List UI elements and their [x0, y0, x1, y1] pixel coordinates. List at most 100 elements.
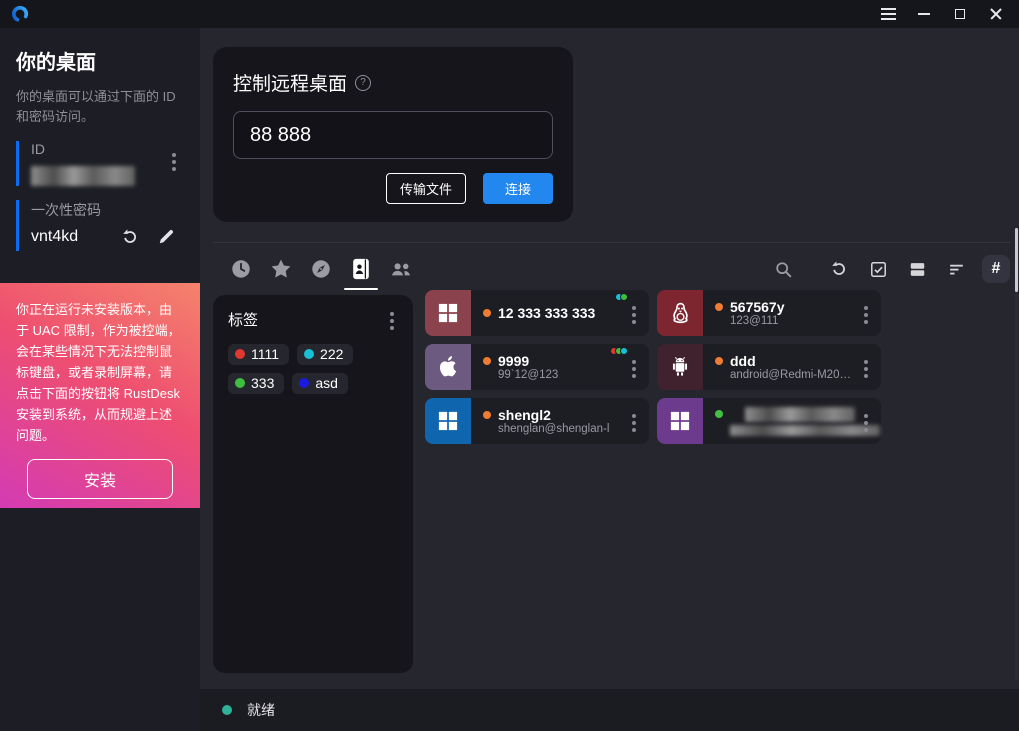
clock-icon — [230, 258, 252, 280]
password-section: 一次性密码 vnt4kd — [16, 200, 184, 251]
tag-color-dot — [235, 349, 245, 359]
peer-name: 12 333 333 333 — [498, 305, 595, 321]
close-button[interactable] — [983, 3, 1009, 25]
tag-label: 222 — [320, 346, 343, 362]
search-icon[interactable] — [770, 256, 796, 282]
peer-card[interactable]: 567567y 123@111 — [657, 290, 881, 336]
peer-tag-dots — [618, 293, 628, 301]
grid-view-icon[interactable]: # — [982, 255, 1010, 283]
peer-name: 567567y — [730, 299, 785, 315]
tag-chip[interactable]: 1111 — [228, 344, 289, 365]
peer-card[interactable] — [657, 398, 881, 444]
install-button[interactable]: 安装 — [27, 459, 173, 499]
refresh-icon[interactable] — [826, 256, 852, 282]
peer-card[interactable]: shengl2 shenglan@shenglan-l — [425, 398, 649, 444]
tag-label: asd — [315, 375, 338, 391]
group-icon — [389, 258, 413, 280]
peer-card[interactable]: ddd android@Redmi-M2007J3SC — [657, 344, 881, 390]
linux-os-icon — [657, 290, 703, 336]
install-notice: 你正在运行未安装版本，由于 UAC 限制，作为被控端，会在某些情况下无法控制鼠标… — [0, 283, 200, 508]
tags-panel: 标签 1111 222 333 asd — [213, 295, 413, 673]
tags-menu-icon[interactable] — [386, 308, 398, 330]
apple-os-icon — [425, 344, 471, 390]
card-view-icon[interactable] — [904, 256, 930, 282]
peer-subtitle: android@Redmi-M2007J3SC — [730, 369, 855, 381]
status-bar: 就绪 — [200, 689, 1019, 731]
help-icon[interactable]: ? — [355, 75, 371, 91]
connect-title: 控制远程桌面 — [233, 69, 347, 96]
status-dot — [483, 309, 491, 317]
id-section: ID — [16, 141, 184, 186]
tab-discovered[interactable] — [309, 257, 333, 281]
peer-name: ddd — [730, 353, 756, 369]
peer-subtitle: 99`12@123 — [498, 369, 623, 381]
section-divider — [213, 242, 1010, 243]
titlebar — [0, 0, 1019, 28]
windows-os-icon — [657, 398, 703, 444]
peer-menu-icon[interactable] — [861, 355, 871, 379]
connect-button[interactable]: 连接 — [483, 173, 553, 204]
peer-subtitle-redacted — [730, 425, 880, 436]
tag-color-dot — [235, 378, 245, 388]
transfer-file-button[interactable]: 传输文件 — [386, 173, 466, 204]
tab-recent-sessions[interactable] — [229, 257, 253, 281]
compass-icon — [310, 258, 332, 280]
sort-icon[interactable] — [943, 256, 969, 282]
refresh-password-icon[interactable] — [120, 227, 140, 247]
peer-tab-bar: # — [213, 246, 1010, 292]
peer-menu-icon[interactable] — [861, 409, 871, 433]
status-text: 就绪 — [247, 700, 275, 720]
peer-name-redacted — [745, 407, 855, 422]
tag-color-dot — [299, 378, 309, 388]
status-dot — [715, 303, 723, 311]
peer-name: shengl2 — [498, 407, 551, 423]
remote-id-input[interactable] — [233, 111, 553, 159]
id-label: ID — [31, 141, 184, 157]
install-notice-text: 你正在运行未安装版本，由于 UAC 限制，作为被控端，会在某些情况下无法控制鼠标… — [16, 299, 184, 446]
peer-menu-icon[interactable] — [629, 301, 639, 325]
id-value-redacted — [31, 166, 135, 186]
select-checkbox-icon[interactable] — [865, 256, 891, 282]
peer-name: 9999 — [498, 353, 529, 369]
status-dot — [483, 411, 491, 419]
tag-color-dot — [304, 349, 314, 359]
tag-chip[interactable]: asd — [292, 373, 348, 394]
scrollbar-track — [1015, 228, 1018, 680]
tag-chip[interactable]: 222 — [297, 344, 353, 365]
minimize-button[interactable] — [911, 3, 937, 25]
status-dot — [715, 410, 723, 418]
edit-password-icon[interactable] — [157, 227, 176, 246]
sidebar-title: 你的桌面 — [16, 46, 184, 75]
status-dot — [483, 357, 491, 365]
tab-address-book[interactable] — [349, 257, 373, 281]
star-icon — [269, 257, 293, 281]
windows-os-icon — [425, 290, 471, 336]
peer-subtitle: shenglan@shenglan-l — [498, 423, 623, 435]
peer-subtitle: 123@111 — [730, 315, 855, 327]
peer-card[interactable]: 12 333 333 333 — [425, 290, 649, 336]
menu-icon[interactable] — [875, 3, 901, 25]
android-os-icon — [657, 344, 703, 390]
id-menu-icon[interactable] — [170, 149, 178, 171]
one-time-password-value: vnt4kd — [31, 228, 78, 246]
peer-card[interactable]: 9999 99`12@123 — [425, 344, 649, 390]
peer-menu-icon[interactable] — [629, 409, 639, 433]
tags-title: 标签 — [228, 309, 258, 330]
scrollbar-thumb[interactable] — [1015, 228, 1018, 292]
windows-os-icon — [425, 398, 471, 444]
main-area: 控制远程桌面 ? 传输文件 连接 — [200, 28, 1019, 731]
peer-grid: 12 333 333 333 — [425, 290, 881, 444]
tag-label: 333 — [251, 375, 274, 391]
sidebar-subtitle: 你的桌面可以通过下面的 ID 和密码访问。 — [16, 87, 184, 127]
tag-chip[interactable]: 333 — [228, 373, 284, 394]
tab-group[interactable] — [389, 257, 413, 281]
peer-menu-icon[interactable] — [629, 355, 639, 379]
tab-favorites[interactable] — [269, 257, 293, 281]
maximize-button[interactable] — [947, 3, 973, 25]
peer-menu-icon[interactable] — [861, 301, 871, 325]
address-book-icon — [350, 257, 372, 281]
connect-card: 控制远程桌面 ? 传输文件 连接 — [213, 47, 573, 222]
tag-label: 1111 — [251, 346, 279, 362]
status-indicator-dot — [222, 705, 232, 715]
sidebar: 你的桌面 你的桌面可以通过下面的 ID 和密码访问。 ID 一次性密码 vnt4… — [0, 28, 200, 731]
